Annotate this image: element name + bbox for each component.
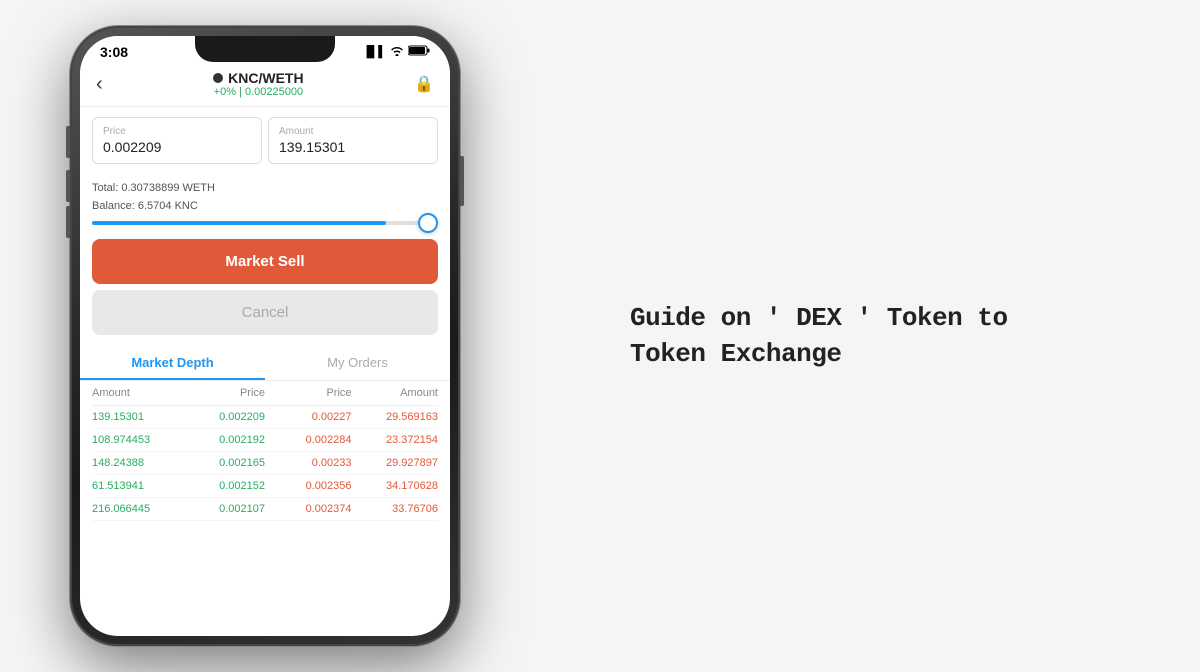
- cell-price-left: 0.002152: [179, 480, 266, 492]
- battery-icon: [408, 45, 430, 59]
- guide-title: Guide on ' DEX ' Token to Token Exchange: [630, 300, 1030, 373]
- phone-screen: 3:08 ▐▌▌ ‹ KNC/WETH +0% | 0.00225000: [80, 36, 450, 636]
- cell-amt-left: 139.15301: [92, 411, 179, 423]
- market-depth-table: Amount Price Price Amount 139.15301 0.00…: [80, 381, 450, 521]
- cancel-button[interactable]: Cancel: [92, 290, 438, 335]
- table-header: Amount Price Price Amount: [92, 381, 438, 406]
- cell-amt-left: 216.066445: [92, 503, 179, 515]
- amount-input-box[interactable]: Amount 139.15301: [268, 117, 438, 164]
- pair-rate: +0% | 0.00225000: [213, 86, 303, 98]
- table-row: 61.513941 0.002152 0.002356 34.170628: [92, 475, 438, 498]
- cell-amt-left: 108.974453: [92, 434, 179, 446]
- trading-pair: KNC/WETH: [213, 70, 303, 86]
- cell-price-right: 0.002284: [265, 434, 352, 446]
- table-row: 139.15301 0.002209 0.00227 29.569163: [92, 406, 438, 429]
- balance-text: Balance: 6.5704 KNC: [92, 198, 438, 216]
- total-balance-info: Total: 0.30738899 WETH Balance: 6.5704 K…: [92, 180, 438, 215]
- price-input-box[interactable]: Price 0.002209: [92, 117, 262, 164]
- market-sell-button[interactable]: Market Sell: [92, 239, 438, 284]
- cell-price-right: 0.002356: [265, 480, 352, 492]
- signal-icon: ▐▌▌: [363, 46, 386, 58]
- cell-amt-right: 33.76706: [352, 503, 439, 515]
- table-row: 108.974453 0.002192 0.002284 23.372154: [92, 429, 438, 452]
- cell-amt-left: 61.513941: [92, 480, 179, 492]
- cell-price-left: 0.002165: [179, 457, 266, 469]
- total-text: Total: 0.30738899 WETH: [92, 180, 438, 198]
- col-header-amount-left: Amount: [92, 387, 179, 399]
- tabs-row: Market Depth My Orders: [80, 345, 450, 381]
- cell-price-left: 0.002107: [179, 503, 266, 515]
- amount-slider[interactable]: [92, 221, 438, 225]
- amount-label: Amount: [279, 126, 427, 137]
- table-row: 216.066445 0.002107 0.002374 33.76706: [92, 498, 438, 521]
- table-row: 148.24388 0.002165 0.00233 29.927897: [92, 452, 438, 475]
- status-icons: ▐▌▌: [363, 45, 430, 59]
- header-center: KNC/WETH +0% | 0.00225000: [213, 70, 303, 98]
- price-label: Price: [103, 126, 251, 137]
- cell-amt-right: 29.927897: [352, 457, 439, 469]
- lock-icon[interactable]: 🔒: [414, 74, 434, 94]
- cell-amt-right: 34.170628: [352, 480, 439, 492]
- right-panel: Guide on ' DEX ' Token to Token Exchange: [460, 260, 1200, 413]
- col-header-amount-right: Amount: [352, 387, 439, 399]
- price-value: 0.002209: [103, 139, 251, 155]
- cell-price-right: 0.002374: [265, 503, 352, 515]
- cell-price-right: 0.00233: [265, 457, 352, 469]
- phone-notch: [195, 36, 335, 62]
- phone-device: 3:08 ▐▌▌ ‹ KNC/WETH +0% | 0.00225000: [70, 26, 460, 646]
- col-header-price-left: Price: [179, 387, 266, 399]
- cell-price-left: 0.002192: [179, 434, 266, 446]
- cell-amt-right: 29.569163: [352, 411, 439, 423]
- slider-fill: [92, 221, 386, 225]
- slider-thumb[interactable]: [418, 213, 438, 233]
- cell-price-right: 0.00227: [265, 411, 352, 423]
- amount-value: 139.15301: [279, 139, 427, 155]
- cell-price-left: 0.002209: [179, 411, 266, 423]
- status-time: 3:08: [100, 44, 128, 60]
- pair-icon: [213, 73, 223, 83]
- tab-my-orders[interactable]: My Orders: [265, 345, 450, 380]
- back-button[interactable]: ‹: [96, 73, 103, 96]
- app-header: ‹ KNC/WETH +0% | 0.00225000 🔒: [80, 64, 450, 107]
- col-header-price-right: Price: [265, 387, 352, 399]
- cell-amt-left: 148.24388: [92, 457, 179, 469]
- input-row: Price 0.002209 Amount 139.15301: [80, 107, 450, 174]
- slider-row: Total: 0.30738899 WETH Balance: 6.5704 K…: [80, 174, 450, 229]
- wifi-icon: [390, 45, 404, 59]
- cell-amt-right: 23.372154: [352, 434, 439, 446]
- tab-market-depth[interactable]: Market Depth: [80, 345, 265, 380]
